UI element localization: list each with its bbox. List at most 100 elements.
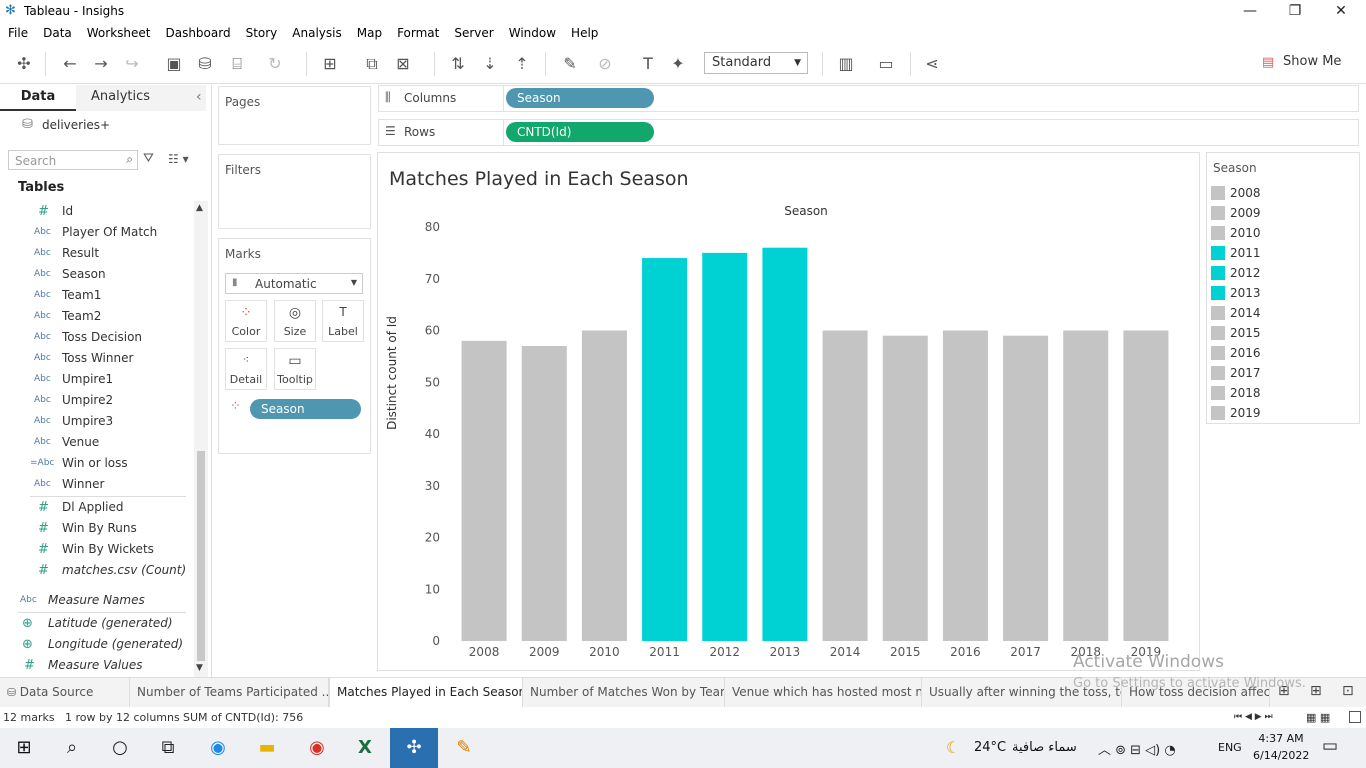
refresh-icon[interactable]: ↻ <box>263 52 287 76</box>
filmstrip-icon[interactable] <box>1349 711 1361 723</box>
sort-ascending-icon[interactable]: ⇣ <box>478 52 502 76</box>
tableau-taskbar-icon[interactable]: ✣ <box>390 728 438 768</box>
view-options-icon[interactable]: ☷ ▾ <box>168 152 189 166</box>
tab-data[interactable]: Data <box>0 85 76 111</box>
menu-file[interactable]: File <box>0 24 35 40</box>
clear-sheet-icon[interactable]: ⊠ <box>391 52 415 76</box>
legend-item[interactable]: 2013 <box>1211 283 1357 303</box>
legend-item[interactable]: 2019 <box>1211 403 1357 423</box>
bar-2011[interactable] <box>642 258 688 641</box>
scrollbar[interactable]: ▲ ▼ <box>194 201 208 677</box>
highlight-icon[interactable]: ✎ <box>558 52 582 76</box>
field-item[interactable]: Abc Season <box>0 264 190 285</box>
grid-view-icons[interactable]: ▦ ▦ <box>1306 711 1330 724</box>
menu-worksheet[interactable]: Worksheet <box>79 24 158 40</box>
weather-temp[interactable]: 24°C <box>974 740 1006 755</box>
tooltip-button[interactable]: ▭ Tooltip <box>274 348 316 390</box>
bar-2013[interactable] <box>762 247 808 641</box>
rows-cntd-pill[interactable]: CNTD(Id) <box>506 122 654 142</box>
detail-button[interactable]: ⁖ Detail <box>225 348 267 390</box>
bar-2019[interactable] <box>1123 330 1169 642</box>
label-button[interactable]: T Label <box>322 300 364 342</box>
pages-card[interactable]: Pages <box>218 86 371 145</box>
menu-format[interactable]: Format <box>389 24 446 40</box>
field-item[interactable]: Abc Team2 <box>0 306 190 327</box>
legend-item[interactable]: 2015 <box>1211 323 1357 343</box>
field-item[interactable]: ⊕ Latitude (generated) <box>0 613 190 634</box>
sheet-nav-icons[interactable]: ⏮ ◀ ▶ ⏭ <box>1234 712 1273 722</box>
file-explorer-icon[interactable]: ▬ <box>243 728 291 768</box>
legend-item[interactable]: 2014 <box>1211 303 1357 323</box>
legend-item[interactable]: 2008 <box>1211 183 1357 203</box>
field-item[interactable]: Abc Venue <box>0 432 190 453</box>
tableau-home-icon[interactable]: ✣ <box>12 52 36 76</box>
save-icon[interactable]: ▣ <box>162 52 186 76</box>
undo-icon[interactable]: ← <box>58 52 82 76</box>
fit-dropdown[interactable]: Standard ▼ <box>704 52 808 74</box>
search-input[interactable]: Search ⌕ <box>8 150 138 170</box>
new-story-icon[interactable]: ⊡ <box>1342 683 1354 699</box>
tab-sheet[interactable]: Venue which has hosted most n... <box>725 678 922 708</box>
field-item[interactable]: Abc Toss Winner <box>0 348 190 369</box>
size-button[interactable]: ◎ Size <box>274 300 316 342</box>
replay-icon[interactable]: ↪ <box>120 52 144 76</box>
paint-icon[interactable]: ✎ <box>440 728 488 768</box>
tab-data-source[interactable]: ⛁ Data Source <box>0 678 130 708</box>
field-item[interactable]: Abc Measure Names <box>0 590 190 611</box>
menu-dashboard[interactable]: Dashboard <box>157 24 237 40</box>
bar-2015[interactable] <box>882 335 928 641</box>
collapse-pane-icon[interactable]: ‹ <box>196 89 202 105</box>
columns-shelf[interactable]: ⫼ Columns Season <box>378 85 1359 112</box>
field-item[interactable]: Abc Umpire3 <box>0 411 190 432</box>
filters-card[interactable]: Filters <box>218 154 371 229</box>
menu-server[interactable]: Server <box>446 24 500 40</box>
field-item[interactable]: ⊕ Longitude (generated) <box>0 634 190 655</box>
field-item[interactable]: # matches.csv (Count) <box>0 560 190 581</box>
new-dashboard-icon[interactable]: ⊞ <box>1310 683 1322 699</box>
field-item[interactable]: # Win By Runs <box>0 518 190 539</box>
cortana-icon[interactable]: ○ <box>96 728 144 768</box>
bar-2016[interactable] <box>942 330 988 642</box>
color-button[interactable]: ⁘ Color <box>225 300 267 342</box>
pause-updates-icon[interactable]: ⌸ <box>225 52 249 76</box>
scrollbar-thumb[interactable] <box>197 451 205 661</box>
maximize-button[interactable]: ❐ <box>1272 0 1318 24</box>
bar-2010[interactable] <box>581 330 627 642</box>
tray-icons[interactable]: ︿ ⊚ ⊟ ◁) ◔ <box>1098 739 1176 758</box>
tab-sheet[interactable]: Number of Matches Won by Team <box>523 678 725 708</box>
bar-2017[interactable] <box>1003 335 1049 641</box>
duplicate-sheet-icon[interactable]: ⧉ <box>360 52 384 76</box>
menu-help[interactable]: Help <box>563 24 605 40</box>
task-view-icon[interactable]: ⧉ <box>144 728 192 768</box>
field-item[interactable]: Abc Winner <box>0 474 190 495</box>
windows-start-icon[interactable]: ⊞ <box>0 728 48 768</box>
sort-descending-icon[interactable]: ⇡ <box>510 52 534 76</box>
legend-item[interactable]: 2012 <box>1211 263 1357 283</box>
tab-analytics[interactable]: Analytics <box>76 85 206 111</box>
edge-icon[interactable]: ◉ <box>194 728 242 768</box>
bar-2018[interactable] <box>1063 330 1109 642</box>
rows-shelf[interactable]: ☰ Rows CNTD(Id) <box>378 119 1359 146</box>
minimize-button[interactable]: — <box>1227 0 1273 24</box>
bar-2009[interactable] <box>521 346 567 641</box>
field-item[interactable]: Abc Player Of Match <box>0 222 190 243</box>
excel-icon[interactable]: X <box>341 728 389 768</box>
bar-2012[interactable] <box>702 252 748 641</box>
close-button[interactable]: ✕ <box>1318 0 1364 24</box>
swap-rows-columns-icon[interactable]: ⇅ <box>446 52 470 76</box>
field-item[interactable]: =Abc Win or loss <box>0 453 190 474</box>
notification-icon[interactable]: ▭ <box>1322 736 1338 756</box>
new-worksheet-icon[interactable]: ⊞ <box>318 52 342 76</box>
scroll-down-icon[interactable]: ▼ <box>196 663 203 673</box>
field-item[interactable]: Abc Umpire2 <box>0 390 190 411</box>
bar-2014[interactable] <box>822 330 868 642</box>
tab-sheet[interactable]: Number of Teams Participated ... <box>130 678 329 708</box>
chrome-icon[interactable]: ◉ <box>293 728 341 768</box>
clock-date[interactable]: 6/14/2022 <box>1253 749 1309 762</box>
marks-season-pill[interactable]: Season <box>250 399 361 419</box>
field-item[interactable]: Abc Umpire1 <box>0 369 190 390</box>
menu-window[interactable]: Window <box>501 24 563 40</box>
group-members-icon[interactable]: ⊘ <box>593 52 617 76</box>
weather-text[interactable]: سماء صافية <box>1012 740 1077 755</box>
menu-story[interactable]: Story <box>238 24 285 40</box>
